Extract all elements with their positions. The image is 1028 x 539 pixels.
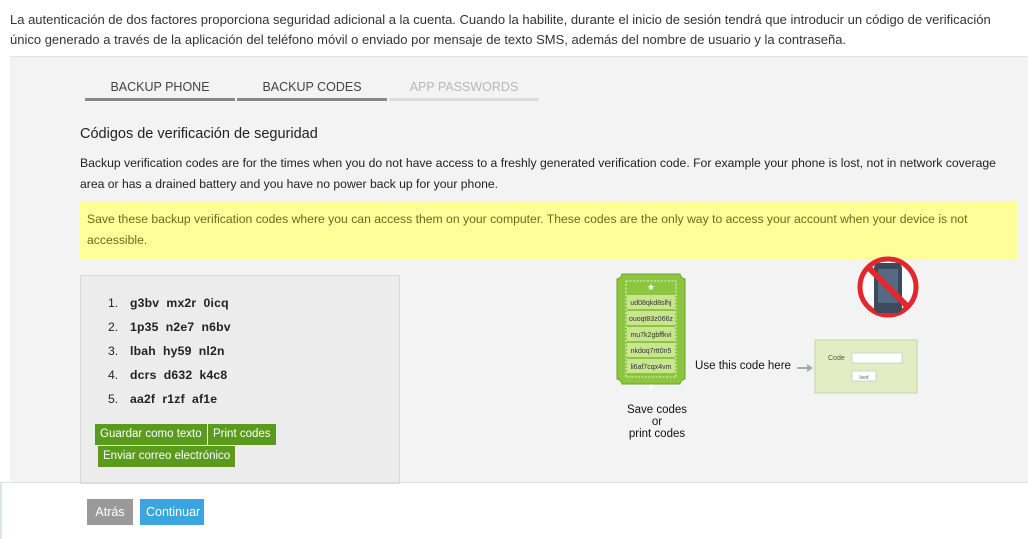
- section-title: Códigos de verificación de seguridad: [80, 126, 318, 142]
- code-number: 2.: [108, 320, 119, 334]
- code-item: 3. lbah hy59 nl2n: [108, 342, 231, 366]
- tab-backup-codes[interactable]: BACKUP CODES: [237, 79, 387, 101]
- code-item: 4. dcrs d632 k4c8: [108, 366, 231, 390]
- code-field-label: Code: [828, 355, 845, 362]
- save-as-text-button[interactable]: Guardar como texto: [95, 424, 207, 445]
- svg-text:★: ★: [647, 282, 655, 292]
- ticket-code: li6af7cqx4vm: [631, 364, 672, 371]
- no-phone-icon: [857, 256, 919, 318]
- code-item: 1. g3bv mx2r 0icq: [108, 294, 231, 318]
- save-codes-caption-line: Save codes: [626, 404, 688, 416]
- codes-ticket-icon: ★ ★ ud08qkd8slhj ouoqt83z066z mu7k2gbffk…: [616, 273, 686, 392]
- ticket-code: mu7k2gbffkvi: [630, 332, 672, 339]
- arrow-right-icon: [797, 364, 813, 372]
- ticket-code: ud08qkd8slhj: [630, 300, 672, 307]
- two-factor-intro-text: La autenticación de dos factores proporc…: [10, 12, 991, 47]
- codes-list: 1. g3bv mx2r 0icq 2. 1p35 n2e7 n6bv 3. lbah…: [108, 294, 231, 414]
- backup-codes-illustration: ★ ★ ud08qkd8slhj ouoqt83z066z mu7k2gbffk…: [590, 255, 930, 455]
- back-button[interactable]: Atrás: [87, 499, 133, 525]
- code-number: 4.: [108, 368, 119, 382]
- code-number: 5.: [108, 392, 119, 406]
- code-value: g3bv mx2r 0icq: [130, 296, 229, 310]
- tab-backup-phone[interactable]: BACKUP PHONE: [85, 79, 235, 101]
- save-codes-caption-line: print codes: [628, 428, 686, 440]
- code-value: aa2f r1zf af1e: [130, 392, 218, 406]
- code-value: lbah hy59 nl2n: [130, 344, 225, 358]
- code-value: dcrs d632 k4c8: [130, 368, 228, 382]
- send-email-button[interactable]: Enviar correo electrónico: [98, 446, 236, 467]
- print-codes-button[interactable]: Print codes: [208, 424, 276, 445]
- ticket-code: nkdoq7rtt0n5: [631, 348, 672, 355]
- code-number: 1.: [108, 296, 119, 310]
- code-value: 1p35 n2e7 n6bv: [130, 320, 231, 334]
- tab-app-passwords: APP PASSWORDS: [389, 79, 539, 101]
- codes-box: 1. g3bv mx2r 0icq 2. 1p35 n2e7 n6bv 3. lbah…: [80, 275, 400, 484]
- save-codes-warning: Save these backup verification codes whe…: [80, 201, 1017, 260]
- save-codes-caption-line: or: [651, 416, 663, 428]
- code-submit-mini: lsed: [859, 375, 868, 381]
- continue-button[interactable]: Continuar: [140, 499, 204, 525]
- ticket-code: ouoqt83z066z: [629, 316, 673, 323]
- footer-accent: [0, 482, 2, 539]
- footer-divider: [0, 482, 1028, 483]
- save-codes-caption: Save codes or print codes: [612, 404, 702, 440]
- code-form-mockup: Code lsed: [814, 339, 918, 394]
- code-item: 5. aa2f r1zf af1e: [108, 390, 231, 414]
- backup-codes-description: Backup verification codes are for the ti…: [80, 156, 996, 191]
- code-number: 3.: [108, 344, 119, 358]
- svg-text:★: ★: [647, 382, 655, 392]
- use-code-label: Use this code here: [695, 360, 791, 372]
- code-item: 2. 1p35 n2e7 n6bv: [108, 318, 231, 342]
